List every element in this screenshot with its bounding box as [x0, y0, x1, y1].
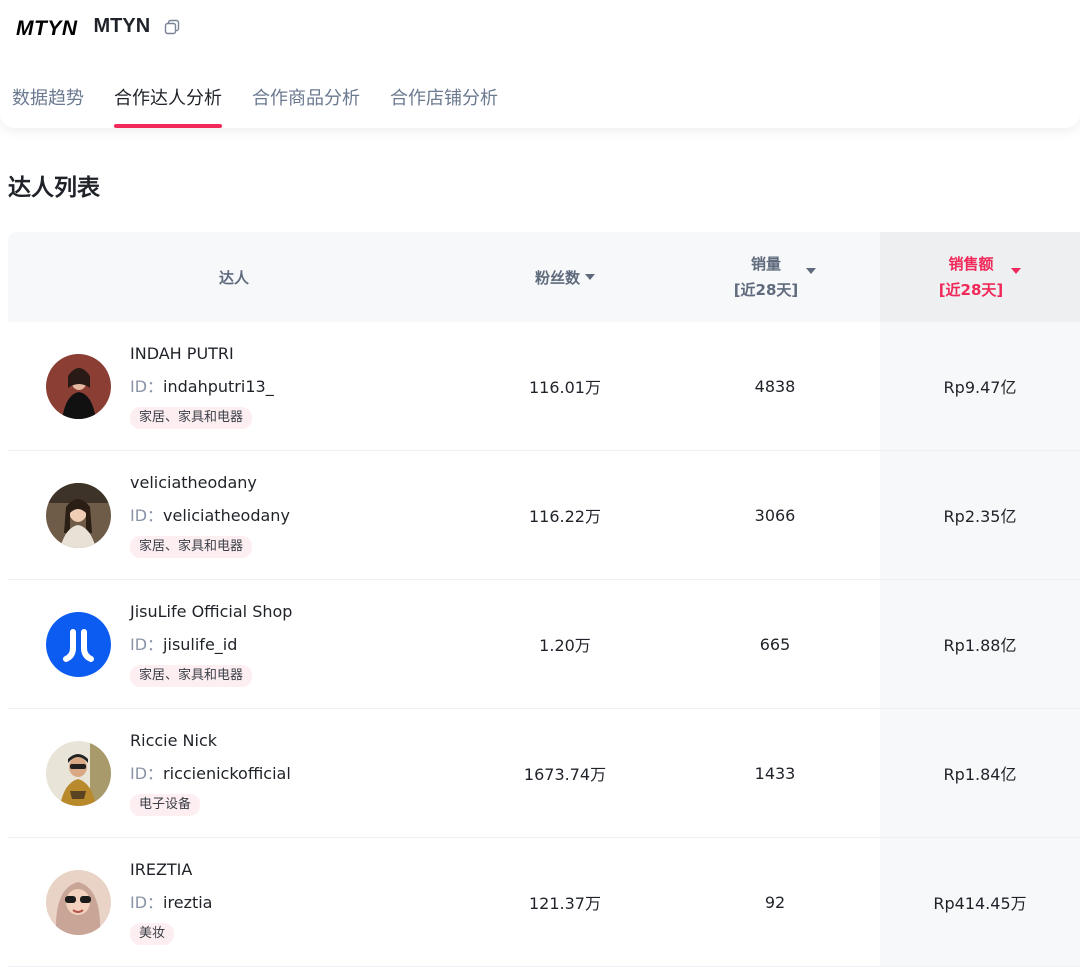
gmv-value: Rp9.47亿: [880, 322, 1080, 450]
tab-data-trend[interactable]: 数据趋势: [12, 84, 84, 120]
avatar[interactable]: [46, 612, 111, 677]
sales-value: 3066: [670, 451, 880, 579]
influencer-info: Riccie Nick ID：riccienickofficial 电子设备: [130, 729, 291, 816]
id-value: jisulife_id: [163, 635, 237, 654]
influencer-info: INDAH PUTRI ID：indahputri13_ 家居、家具和电器: [130, 342, 274, 429]
influencer-id: ID：riccienickofficial: [130, 762, 291, 786]
sales-header-period: [近28天]: [734, 277, 799, 303]
table-row[interactable]: Riccie Nick ID：riccienickofficial 电子设备 1…: [8, 709, 1080, 838]
brand-logo: MTYN: [16, 17, 78, 41]
fans-value: 116.01万: [460, 322, 670, 450]
sort-down-icon[interactable]: [806, 268, 816, 274]
influencer-cell: JisuLife Official Shop ID：jisulife_id 家居…: [8, 580, 460, 708]
influencer-name[interactable]: Riccie Nick: [130, 729, 291, 753]
influencer-id: ID：indahputri13_: [130, 375, 274, 399]
category-tag: 美妆: [130, 923, 174, 945]
category-tag: 家居、家具和电器: [130, 536, 252, 558]
influencer-cell: INDAH PUTRI ID：indahputri13_ 家居、家具和电器: [8, 322, 460, 450]
id-value: ireztia: [163, 893, 212, 912]
influencer-info: IREZTIA ID：ireztia 美妆: [130, 858, 212, 945]
gmv-header-label: 销售额: [948, 251, 993, 277]
id-label: ID：: [130, 506, 163, 525]
table-row[interactable]: IREZTIA ID：ireztia 美妆 121.37万 92 Rp414.4…: [8, 838, 1080, 967]
influencer-name[interactable]: INDAH PUTRI: [130, 342, 274, 366]
fans-value: 1673.74万: [460, 709, 670, 837]
influencer-id: ID：ireztia: [130, 891, 212, 915]
fans-header-label: 粉丝数: [535, 267, 580, 288]
id-value: indahputri13_: [163, 377, 274, 396]
influencer-id: ID：jisulife_id: [130, 633, 292, 657]
influencer-cell: IREZTIA ID：ireztia 美妆: [8, 838, 460, 966]
id-label: ID：: [130, 377, 163, 396]
sales-value: 4838: [670, 322, 880, 450]
gmv-value: Rp414.45万: [880, 838, 1080, 966]
avatar[interactable]: [46, 483, 111, 548]
fans-value: 116.22万: [460, 451, 670, 579]
top-header: MTYN MTYN 数据趋势 合作达人分析 合作商品分析 合作店铺分析: [0, 0, 1080, 128]
influencer-info: veliciatheodany ID：veliciatheodany 家居、家具…: [130, 471, 290, 558]
id-label: ID：: [130, 893, 163, 912]
table-header: 达人 粉丝数 销量 [近28天] 销售额 [近28天]: [8, 232, 1080, 322]
gmv-value: Rp2.35亿: [880, 451, 1080, 579]
sales-value: 1433: [670, 709, 880, 837]
sales-value: 92: [670, 838, 880, 966]
category-tag: 家居、家具和电器: [130, 407, 252, 429]
avatar[interactable]: [46, 741, 111, 806]
table-row[interactable]: JisuLife Official Shop ID：jisulife_id 家居…: [8, 580, 1080, 709]
influencer-info: JisuLife Official Shop ID：jisulife_id 家居…: [130, 600, 292, 687]
id-label: ID：: [130, 764, 163, 783]
avatar[interactable]: [46, 870, 111, 935]
copy-icon[interactable]: [164, 19, 180, 35]
influencer-cell: veliciatheodany ID：veliciatheodany 家居、家具…: [8, 451, 460, 579]
tab-store-analysis[interactable]: 合作店铺分析: [390, 84, 498, 120]
fans-value: 121.37万: [460, 838, 670, 966]
sales-value: 665: [670, 580, 880, 708]
influencer-name[interactable]: JisuLife Official Shop: [130, 600, 292, 624]
column-header-gmv[interactable]: 销售额 [近28天]: [880, 232, 1080, 322]
tab-influencer-analysis[interactable]: 合作达人分析: [114, 84, 222, 120]
sales-header-label: 销量: [751, 251, 781, 277]
avatar[interactable]: [46, 354, 111, 419]
tab-product-analysis[interactable]: 合作商品分析: [252, 84, 360, 120]
sort-down-icon[interactable]: [585, 274, 595, 280]
id-label: ID：: [130, 635, 163, 654]
id-value: veliciatheodany: [163, 506, 290, 525]
influencer-id: ID：veliciatheodany: [130, 504, 290, 528]
tab-bar: 数据趋势 合作达人分析 合作商品分析 合作店铺分析: [12, 84, 528, 120]
fans-value: 1.20万: [460, 580, 670, 708]
sort-down-icon[interactable]: [1011, 268, 1021, 274]
gmv-value: Rp1.88亿: [880, 580, 1080, 708]
influencer-table: 达人 粉丝数 销量 [近28天] 销售额 [近28天]: [8, 232, 1080, 967]
section-title: 达人列表: [8, 168, 100, 202]
column-header-sales[interactable]: 销量 [近28天]: [670, 232, 880, 322]
category-tag: 家居、家具和电器: [130, 665, 252, 687]
influencer-cell: Riccie Nick ID：riccienickofficial 电子设备: [8, 709, 460, 837]
gmv-header-period: [近28天]: [939, 277, 1004, 303]
category-tag: 电子设备: [130, 794, 200, 816]
column-header-fans[interactable]: 粉丝数: [460, 232, 670, 322]
table-row[interactable]: INDAH PUTRI ID：indahputri13_ 家居、家具和电器 11…: [8, 322, 1080, 451]
gmv-value: Rp1.84亿: [880, 709, 1080, 837]
brand: MTYN MTYN: [16, 12, 180, 41]
shop-name: MTYN: [94, 15, 151, 38]
column-header-influencer: 达人: [8, 232, 460, 322]
influencer-name[interactable]: veliciatheodany: [130, 471, 290, 495]
influencer-name[interactable]: IREZTIA: [130, 858, 212, 882]
table-row[interactable]: veliciatheodany ID：veliciatheodany 家居、家具…: [8, 451, 1080, 580]
id-value: riccienickofficial: [163, 764, 291, 783]
